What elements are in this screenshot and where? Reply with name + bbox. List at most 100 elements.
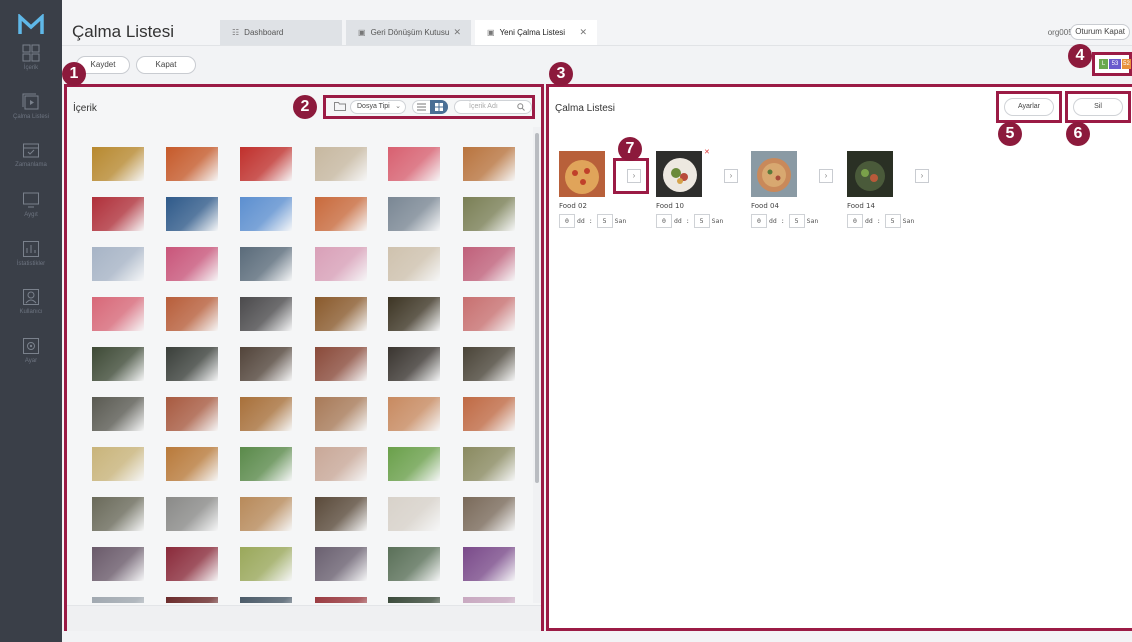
duration-seconds-input[interactable]: 5: [693, 214, 710, 228]
playlist-item-thumbnail[interactable]: [751, 151, 797, 197]
content-thumbnail[interactable]: [463, 447, 515, 481]
content-thumbnail[interactable]: [388, 497, 440, 531]
playlist-item-thumbnail[interactable]: [847, 151, 893, 197]
content-thumbnail[interactable]: [315, 547, 367, 581]
content-thumbnail[interactable]: [388, 347, 440, 381]
content-thumbnail[interactable]: [463, 547, 515, 581]
sidebar-item-statistics[interactable]: İstatistikler: [0, 240, 62, 288]
sidebar-item-user[interactable]: Kullanıcı: [0, 288, 62, 336]
content-thumbnail[interactable]: [92, 597, 144, 603]
close-button[interactable]: Kapat: [136, 56, 196, 74]
content-thumbnail[interactable]: [92, 397, 144, 431]
transition-arrow-button[interactable]: ›: [819, 169, 833, 183]
sidebar-item-device[interactable]: Aygıt: [0, 191, 62, 239]
duration-seconds-input[interactable]: 5: [596, 214, 613, 228]
content-thumbnail[interactable]: [92, 297, 144, 331]
list-view-icon[interactable]: [417, 103, 426, 111]
content-thumbnail[interactable]: [92, 247, 144, 281]
playlist-item-thumbnail[interactable]: [559, 151, 605, 197]
content-thumbnail[interactable]: [92, 197, 144, 231]
content-thumbnail[interactable]: [463, 197, 515, 231]
content-thumbnail[interactable]: [315, 197, 367, 231]
logout-button[interactable]: Oturum Kapat: [1070, 24, 1130, 40]
delete-button[interactable]: Sil: [1073, 98, 1123, 116]
content-thumbnail[interactable]: [166, 597, 218, 603]
duration-minutes-input[interactable]: 0: [656, 214, 672, 228]
content-thumbnail[interactable]: [92, 547, 144, 581]
duration-minutes-input[interactable]: 0: [559, 214, 575, 228]
content-thumbnail[interactable]: [166, 247, 218, 281]
content-thumbnail[interactable]: [240, 597, 292, 603]
content-thumbnail[interactable]: [388, 147, 440, 181]
duration-seconds-input[interactable]: 5: [788, 214, 805, 228]
view-toggle[interactable]: [412, 100, 448, 114]
sidebar-item-playlist[interactable]: Çalma Listesi: [0, 93, 62, 141]
sidebar-item-schedule[interactable]: Zamanlama: [0, 141, 62, 189]
transition-arrow-button[interactable]: ›: [915, 169, 929, 183]
content-thumbnail[interactable]: [388, 197, 440, 231]
content-thumbnail[interactable]: [315, 297, 367, 331]
content-thumbnail[interactable]: [240, 297, 292, 331]
content-thumbnail[interactable]: [92, 497, 144, 531]
close-icon[interactable]: ✕: [453, 20, 461, 45]
tab-dashboard[interactable]: ☷ Dashboard: [220, 20, 342, 45]
content-thumbnail[interactable]: [463, 397, 515, 431]
content-thumbnail[interactable]: [92, 147, 144, 181]
tab-recycle-bin[interactable]: ▣ Geri Dönüşüm Kutusu ✕: [346, 20, 471, 45]
content-thumbnail[interactable]: [166, 347, 218, 381]
grid-view-icon[interactable]: [430, 100, 448, 114]
search-input[interactable]: İçerik Adı: [454, 100, 532, 114]
sidebar-item-settings[interactable]: Ayar: [0, 337, 62, 385]
content-thumbnail[interactable]: [315, 597, 367, 603]
playlist-item-thumbnail[interactable]: [656, 151, 702, 197]
content-thumbnail[interactable]: [166, 297, 218, 331]
content-thumbnail[interactable]: [463, 597, 515, 603]
content-thumbnail[interactable]: [166, 147, 218, 181]
folder-icon[interactable]: [334, 101, 346, 111]
content-thumbnail[interactable]: [463, 347, 515, 381]
content-thumbnail[interactable]: [315, 347, 367, 381]
file-type-select[interactable]: Dosya Tipi ⌄: [350, 100, 406, 114]
content-thumbnail[interactable]: [240, 197, 292, 231]
content-thumbnail[interactable]: [315, 247, 367, 281]
content-thumbnail[interactable]: [166, 397, 218, 431]
content-thumbnail[interactable]: [166, 197, 218, 231]
content-thumbnail[interactable]: [388, 547, 440, 581]
scrollbar[interactable]: [533, 127, 541, 603]
content-thumbnail[interactable]: [315, 397, 367, 431]
close-icon[interactable]: ✕: [579, 20, 587, 45]
content-thumbnail[interactable]: [388, 297, 440, 331]
content-thumbnail[interactable]: [240, 397, 292, 431]
content-thumbnail[interactable]: [240, 247, 292, 281]
settings-button[interactable]: Ayarlar: [1004, 98, 1054, 116]
content-thumbnail[interactable]: [92, 347, 144, 381]
content-thumbnail[interactable]: [240, 147, 292, 181]
content-thumbnail[interactable]: [92, 447, 144, 481]
sidebar-item-content[interactable]: İçerik: [0, 44, 62, 92]
content-thumbnail[interactable]: [463, 247, 515, 281]
content-thumbnail[interactable]: [463, 147, 515, 181]
remove-icon[interactable]: ✕: [704, 148, 710, 156]
content-thumbnail[interactable]: [166, 447, 218, 481]
content-thumbnail[interactable]: [315, 497, 367, 531]
content-thumbnail[interactable]: [388, 247, 440, 281]
duration-minutes-input[interactable]: 0: [847, 214, 863, 228]
content-thumbnail[interactable]: [388, 597, 440, 603]
scrollbar-thumb[interactable]: [535, 133, 539, 483]
content-thumbnail[interactable]: [166, 547, 218, 581]
content-thumbnail[interactable]: [315, 147, 367, 181]
duration-seconds-input[interactable]: 5: [884, 214, 901, 228]
search-icon[interactable]: [517, 103, 525, 111]
content-thumbnail[interactable]: [240, 497, 292, 531]
content-thumbnail[interactable]: [388, 447, 440, 481]
duration-minutes-input[interactable]: 0: [751, 214, 767, 228]
content-thumbnail[interactable]: [166, 497, 218, 531]
content-thumbnail[interactable]: [240, 447, 292, 481]
content-thumbnail[interactable]: [463, 297, 515, 331]
transition-arrow-button[interactable]: ›: [724, 169, 738, 183]
content-thumbnail[interactable]: [315, 447, 367, 481]
tab-new-playlist[interactable]: ▣ Yeni Çalma Listesi ✕: [475, 20, 597, 45]
content-thumbnail[interactable]: [463, 497, 515, 531]
content-thumbnail[interactable]: [240, 347, 292, 381]
content-thumbnail[interactable]: [240, 547, 292, 581]
